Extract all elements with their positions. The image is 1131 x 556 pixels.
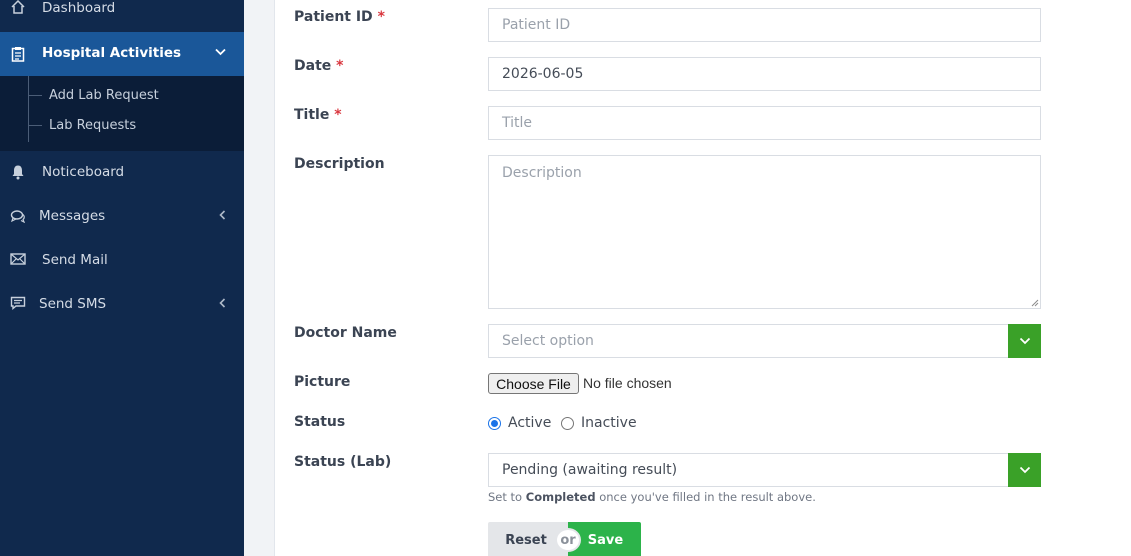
sidebar-item-noticeboard[interactable]: Noticeboard xyxy=(0,161,244,183)
help-suffix: once you've filled in the result above. xyxy=(595,490,816,504)
sidebar-item-label: Send SMS xyxy=(39,296,107,312)
or-separator: or xyxy=(555,528,581,552)
description-textarea[interactable]: Description xyxy=(488,155,1041,309)
required-mark: * xyxy=(336,58,344,74)
sidebar-item-label: Noticeboard xyxy=(42,164,125,180)
status-label: Status xyxy=(294,414,345,430)
chevron-down-icon xyxy=(215,45,226,60)
status-lab-label: Status (Lab) xyxy=(294,454,391,470)
status-lab-help-text: Set to Completed once you've filled in t… xyxy=(488,490,816,504)
bell-icon xyxy=(9,163,27,181)
label-text: Picture xyxy=(294,374,351,390)
status-inactive-label[interactable]: Inactive xyxy=(581,415,637,431)
sidebar-item-send-mail[interactable]: Send Mail xyxy=(0,249,244,271)
doctor-name-label: Doctor Name xyxy=(294,325,397,341)
submenu-dash xyxy=(28,94,42,96)
status-active-label[interactable]: Active xyxy=(508,415,551,431)
sidebar: Dashboard Hospital Activities Add Lab Re… xyxy=(0,0,244,556)
label-text: Patient ID xyxy=(294,9,373,25)
label-text: Description xyxy=(294,156,385,172)
label-text: Doctor Name xyxy=(294,325,397,341)
sidebar-item-label: Messages xyxy=(39,208,106,224)
status-inactive-radio[interactable] xyxy=(561,417,574,430)
sidebar-item-label: Send Mail xyxy=(42,252,108,268)
sidebar-item-dashboard[interactable]: Dashboard xyxy=(0,0,244,21)
select-value: Pending (awaiting result) xyxy=(502,462,678,478)
date-label: Date * xyxy=(294,58,343,74)
required-mark: * xyxy=(377,9,385,25)
doctor-select[interactable]: Select option xyxy=(488,324,1041,358)
chevron-left-icon xyxy=(219,297,226,312)
status-active-radio[interactable] xyxy=(488,417,501,430)
sidebar-submenu: Add Lab Request Lab Requests xyxy=(0,76,244,151)
choose-file-button[interactable]: Choose File xyxy=(488,373,579,394)
chevron-down-icon[interactable] xyxy=(1008,453,1041,487)
sidebar-item-messages[interactable]: Messages xyxy=(0,205,244,227)
submenu-item-label: Add Lab Request xyxy=(49,87,159,103)
submenu-item-label: Lab Requests xyxy=(49,117,137,133)
sidebar-item-hospital-activities[interactable]: Hospital Activities xyxy=(0,32,244,76)
resize-handle-icon[interactable] xyxy=(1031,299,1039,307)
clipboard-icon xyxy=(9,45,27,63)
description-label: Description xyxy=(294,156,385,172)
select-value: Select option xyxy=(502,333,594,349)
envelope-icon xyxy=(9,250,27,268)
sidebar-item-send-sms[interactable]: Send SMS xyxy=(0,293,244,315)
required-mark: * xyxy=(334,107,342,123)
submenu-item-lab-requests[interactable]: Lab Requests xyxy=(28,115,136,135)
placeholder-text: Title xyxy=(502,115,533,131)
submenu-dash xyxy=(28,124,42,126)
chevron-down-icon[interactable] xyxy=(1008,324,1041,358)
chevron-left-icon xyxy=(219,209,226,224)
patient-id-input[interactable]: Patient ID xyxy=(488,8,1041,42)
title-input[interactable]: Title xyxy=(488,106,1041,140)
chat-icon xyxy=(9,207,27,225)
label-text: Status xyxy=(294,414,346,430)
title-label: Title * xyxy=(294,107,342,123)
date-value: 2026-06-05 xyxy=(502,66,584,82)
patient-id-label: Patient ID * xyxy=(294,9,385,25)
sidebar-item-label: Dashboard xyxy=(42,0,116,16)
date-input[interactable]: 2026-06-05 xyxy=(488,57,1041,91)
label-text: Title xyxy=(294,107,330,123)
file-status-text: No file chosen xyxy=(583,375,672,391)
help-bold: Completed xyxy=(525,490,596,504)
status-lab-select[interactable]: Pending (awaiting result) xyxy=(488,453,1041,487)
placeholder-text: Description xyxy=(502,165,582,181)
sidebar-item-label: Hospital Activities xyxy=(42,45,182,61)
label-text: Status (Lab) xyxy=(294,454,392,470)
label-text: Date xyxy=(294,58,332,74)
placeholder-text: Patient ID xyxy=(502,17,571,33)
sms-icon xyxy=(9,294,27,312)
submenu-item-add-lab-request[interactable]: Add Lab Request xyxy=(28,85,159,105)
help-prefix: Set to xyxy=(488,490,526,504)
picture-label: Picture xyxy=(294,374,350,390)
home-icon xyxy=(9,0,27,16)
